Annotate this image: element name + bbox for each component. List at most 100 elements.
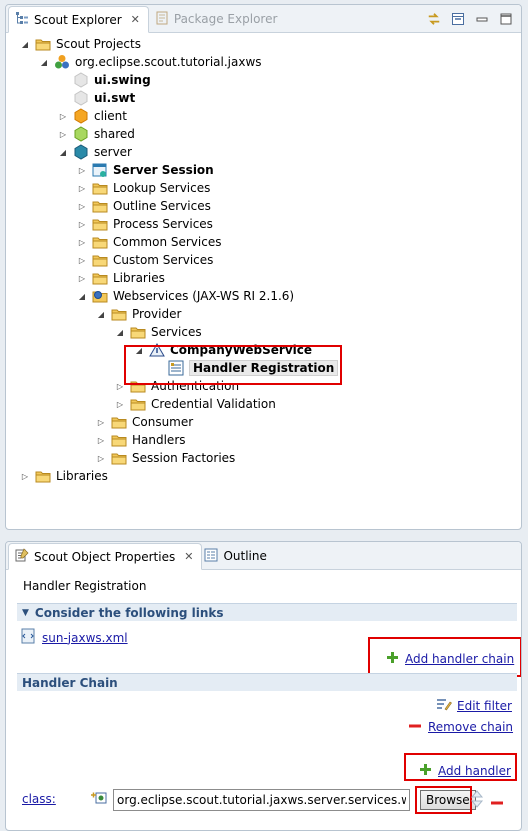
- tree-node[interactable]: ◢ Services: [6, 323, 521, 341]
- scout-object-properties-view: Scout Object Properties ✕ Outline Handle…: [5, 541, 522, 831]
- server-bundle-icon: [73, 144, 89, 160]
- folder-icon: [92, 252, 108, 268]
- expanded-twistie-icon[interactable]: ◢: [96, 309, 106, 319]
- sun-jaxws-link[interactable]: sun-jaxws.xml: [42, 631, 128, 645]
- links-section-header[interactable]: ▼ Consider the following links: [17, 603, 517, 621]
- folder-icon: [35, 36, 51, 52]
- collapsed-twistie-icon[interactable]: ▷: [115, 381, 125, 391]
- link-with-editor-icon[interactable]: [427, 12, 441, 26]
- sun-jaxws-link-row: sun-jaxws.xml: [20, 628, 128, 647]
- tree-node-label: org.eclipse.scout.tutorial.jaxws: [75, 55, 262, 69]
- collapsed-twistie-icon[interactable]: ▷: [58, 111, 68, 121]
- tree-node[interactable]: ◢ Webservices (JAX-WS RI 2.1.6): [6, 287, 521, 305]
- edit-filter-icon: [436, 697, 452, 714]
- collapsed-twistie-icon[interactable]: ▷: [77, 237, 87, 247]
- tree-node[interactable]: ▷ Libraries: [6, 467, 521, 485]
- tree-node[interactable]: ◢ Scout Projects: [6, 35, 521, 53]
- tree-node[interactable]: ◢ Provider: [6, 305, 521, 323]
- tab-scout-object-properties-label: Scout Object Properties: [34, 549, 176, 564]
- folder-icon: [130, 396, 146, 412]
- folder-icon: [130, 324, 146, 340]
- tab-scout-object-properties[interactable]: Scout Object Properties ✕: [8, 543, 203, 570]
- folder-icon: [130, 378, 146, 394]
- move-up-down-icon[interactable]: [470, 788, 484, 813]
- tree-node-label: shared: [94, 127, 135, 141]
- collapsed-twistie-icon[interactable]: ▷: [77, 183, 87, 193]
- add-handler-chain-link[interactable]: Add handler chain: [405, 652, 514, 666]
- maximize-icon[interactable]: [499, 12, 513, 26]
- collapsed-twistie-icon[interactable]: ▷: [58, 129, 68, 139]
- tree-node[interactable]: ▷ Common Services: [6, 233, 521, 251]
- links-section: ▼ Consider the following links: [17, 603, 517, 621]
- folder-icon: [92, 216, 108, 232]
- folder-icon: [92, 198, 108, 214]
- scout-explorer-view: Scout Explorer ✕ Package Explorer ◢ Scout…: [5, 4, 522, 530]
- collapsed-twistie-icon[interactable]: ▷: [96, 417, 106, 427]
- tree-node-label: ui.swing: [94, 73, 151, 87]
- tree-node[interactable]: ui.swing: [6, 71, 521, 89]
- collapsed-twistie-icon[interactable]: ▷: [115, 399, 125, 409]
- class-field[interactable]: [113, 789, 410, 811]
- tree-node[interactable]: ▷ Custom Services: [6, 251, 521, 269]
- tab-outline[interactable]: Outline: [202, 543, 274, 569]
- tree-node[interactable]: ▷ Process Services: [6, 215, 521, 233]
- view-toolbar: [427, 12, 513, 26]
- expanded-twistie-icon[interactable]: ◢: [115, 327, 125, 337]
- session-icon: [92, 162, 108, 178]
- tree-node[interactable]: ui.swt: [6, 89, 521, 107]
- tree-node[interactable]: ▷ Outline Services: [6, 197, 521, 215]
- add-handler-link[interactable]: Add handler: [438, 764, 511, 778]
- tree-node[interactable]: ▷ client: [6, 107, 521, 125]
- tree-node-label: Credential Validation: [151, 397, 276, 411]
- tree-node[interactable]: Handler Registration: [6, 359, 521, 377]
- chevron-down-icon: ▼: [22, 607, 29, 618]
- class-label-link[interactable]: class:: [22, 792, 56, 806]
- browse-button[interactable]: Browse: [420, 790, 476, 810]
- class-type-icon[interactable]: [90, 790, 108, 809]
- minimize-icon[interactable]: [475, 12, 489, 26]
- tree-node-label: Session Factories: [132, 451, 236, 465]
- collapsed-twistie-icon[interactable]: ▷: [96, 435, 106, 445]
- tree-node[interactable]: ▷ Libraries: [6, 269, 521, 287]
- collapsed-twistie-icon[interactable]: ▷: [77, 255, 87, 265]
- remove-icon: [408, 720, 422, 734]
- tree-node[interactable]: ▷ Lookup Services: [6, 179, 521, 197]
- edit-filter-link[interactable]: Edit filter: [457, 699, 512, 713]
- tree-node[interactable]: ▷ Credential Validation: [6, 395, 521, 413]
- collapsed-twistie-icon[interactable]: ▷: [20, 471, 30, 481]
- expanded-twistie-icon[interactable]: ◢: [58, 147, 68, 157]
- tree-node[interactable]: ◢ server: [6, 143, 521, 161]
- tree-node[interactable]: ▷ shared: [6, 125, 521, 143]
- expanded-twistie-icon[interactable]: ◢: [20, 39, 30, 49]
- expanded-twistie-icon[interactable]: ◢: [134, 345, 144, 355]
- expanded-twistie-icon[interactable]: ◢: [39, 57, 49, 67]
- folder-icon: [111, 450, 127, 466]
- tree-node[interactable]: ▷ Session Factories: [6, 449, 521, 467]
- collapsed-twistie-icon[interactable]: ▷: [96, 453, 106, 463]
- tree-node-label: Custom Services: [113, 253, 214, 267]
- scout-explorer-icon: [15, 11, 29, 28]
- tree-node[interactable]: ▷ Consumer: [6, 413, 521, 431]
- tree-node[interactable]: ▷ Handlers: [6, 431, 521, 449]
- tree-node[interactable]: ◢ org.eclipse.scout.tutorial.jaxws: [6, 53, 521, 71]
- expanded-twistie-icon[interactable]: ◢: [77, 291, 87, 301]
- collapse-all-icon[interactable]: [451, 12, 465, 26]
- tab-package-explorer[interactable]: Package Explorer: [149, 6, 286, 32]
- collapsed-twistie-icon[interactable]: ▷: [77, 273, 87, 283]
- add-handler-row: Add handler: [419, 763, 511, 779]
- collapsed-twistie-icon[interactable]: ▷: [77, 201, 87, 211]
- close-icon[interactable]: ✕: [184, 550, 193, 563]
- collapsed-twistie-icon[interactable]: ▷: [77, 219, 87, 229]
- tab-scout-explorer[interactable]: Scout Explorer ✕: [8, 6, 149, 33]
- folder-icon: [35, 468, 51, 484]
- collapsed-twistie-icon[interactable]: ▷: [77, 165, 87, 175]
- tree-node[interactable]: ▷ Authentication: [6, 377, 521, 395]
- tree-node-label: Libraries: [56, 469, 108, 483]
- close-icon[interactable]: ✕: [131, 13, 140, 26]
- tree-node[interactable]: ◢ CompanyWebService: [6, 341, 521, 359]
- tree-node-label: Libraries: [113, 271, 165, 285]
- tree-node[interactable]: ▷ Server Session: [6, 161, 521, 179]
- remove-chain-link[interactable]: Remove chain: [428, 720, 513, 734]
- remove-handler-icon[interactable]: [490, 796, 504, 810]
- tree-node-label: Provider: [132, 307, 182, 321]
